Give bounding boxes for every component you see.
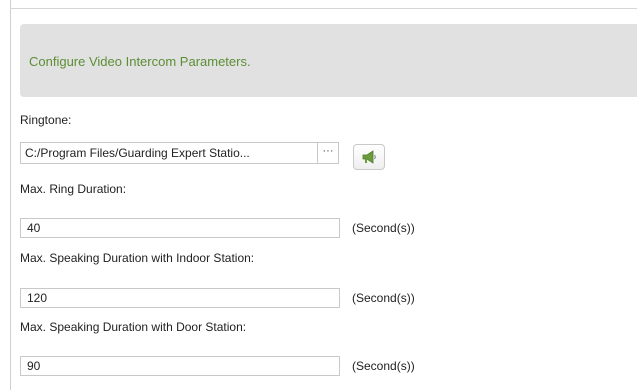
door-speaking-duration-input[interactable]: 90 bbox=[20, 356, 340, 376]
indoor-speaking-duration-input[interactable]: 120 bbox=[20, 288, 340, 308]
top-divider bbox=[10, 8, 637, 9]
banner-title: Configure Video Intercom Parameters. bbox=[29, 54, 251, 69]
ringtone-path-field[interactable]: C:/Program Files/Guarding Expert Statio.… bbox=[20, 142, 317, 164]
browse-button[interactable]: ··· bbox=[317, 142, 339, 164]
max-ring-duration-unit: (Second(s)) bbox=[352, 221, 415, 235]
max-ring-duration-label: Max. Ring Duration: bbox=[20, 182, 127, 196]
door-speaking-duration-label: Max. Speaking Duration with Door Station… bbox=[20, 320, 247, 334]
indoor-speaking-duration-label: Max. Speaking Duration with Indoor Stati… bbox=[20, 251, 255, 265]
ringtone-label: Ringtone: bbox=[20, 113, 72, 127]
megaphone-icon bbox=[362, 150, 376, 164]
door-speaking-duration-unit: (Second(s)) bbox=[352, 359, 415, 373]
max-ring-duration-input[interactable]: 40 bbox=[20, 218, 340, 238]
indoor-speaking-duration-unit: (Second(s)) bbox=[352, 291, 415, 305]
play-ringtone-button[interactable] bbox=[353, 144, 385, 170]
info-banner: Configure Video Intercom Parameters. bbox=[20, 24, 637, 97]
